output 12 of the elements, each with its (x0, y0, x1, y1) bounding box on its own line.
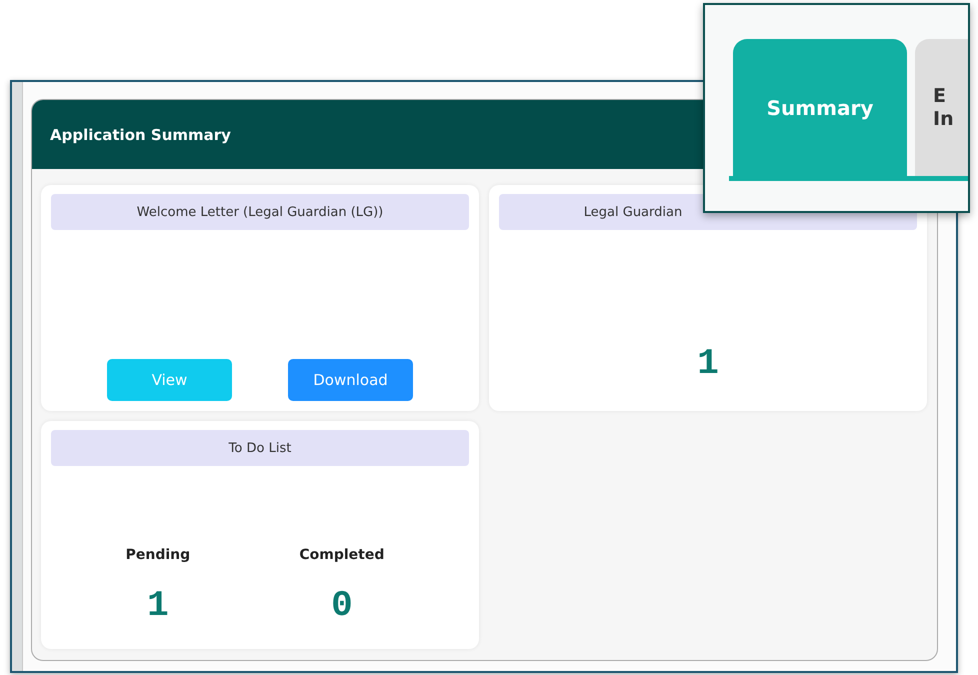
stat-value: 0 (331, 585, 353, 626)
download-button[interactable]: Download (288, 359, 413, 401)
tab[interactable]: E In (915, 39, 968, 176)
stat-label: Pending (126, 547, 190, 563)
panel-title: Application Summary (50, 126, 231, 144)
stat-label: Completed (299, 547, 384, 563)
tab[interactable]: Summary (733, 39, 907, 176)
card-title: Welcome Letter (Legal Guardian (LG)) (51, 194, 469, 230)
stat-value: 1 (147, 585, 169, 626)
count-value: 1 (697, 343, 719, 384)
view-button[interactable]: View (107, 359, 232, 401)
card-title: To Do List (51, 430, 469, 466)
